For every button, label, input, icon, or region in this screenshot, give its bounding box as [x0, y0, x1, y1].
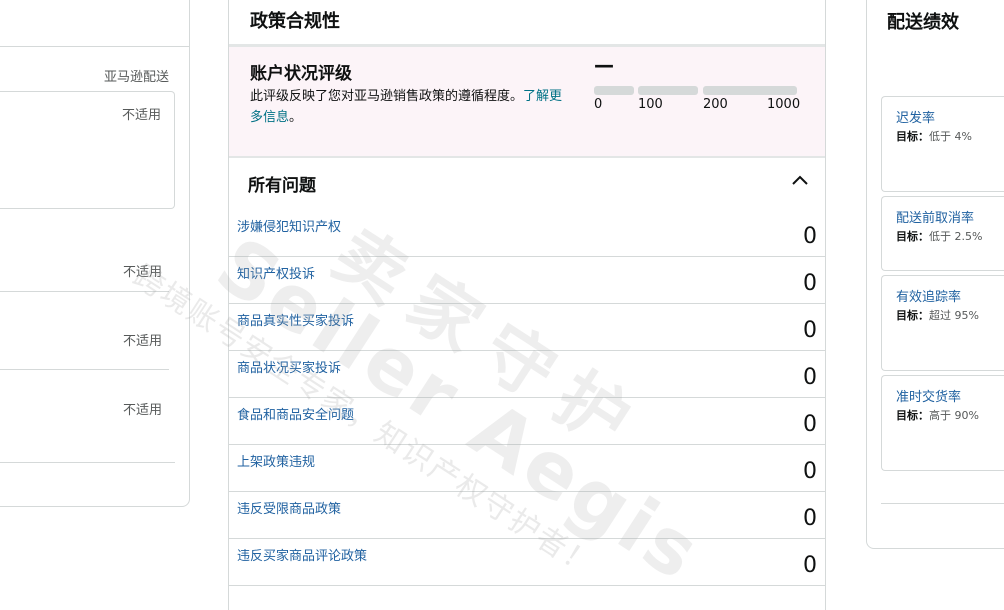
issue-row: 商品状况买家投诉 0 [229, 351, 825, 398]
target-prefix: 目标： [896, 409, 929, 422]
issue-link[interactable]: 商品状况买家投诉 [237, 357, 341, 376]
not-applicable-value: 不适用 [122, 334, 162, 349]
issue-link[interactable]: 涉嫌侵犯知识产权 [237, 216, 341, 235]
shipping-performance-title: 配送绩效 [887, 12, 959, 33]
metric-target: 目标：高于 90% [896, 407, 979, 423]
divider [0, 46, 189, 47]
rating-scale-tick: 200 [703, 97, 728, 112]
not-applicable-value: 不适用 [122, 265, 162, 280]
account-health-description-text: 此评级反映了您对亚马逊销售政策的遵循程度。 [250, 89, 524, 104]
issue-row: 知识产权投诉 0 [229, 257, 825, 304]
target-value: 低于 4% [929, 130, 972, 143]
issue-row: 商品真实性买家投诉 0 [229, 304, 825, 351]
rating-scale-tick: 0 [594, 97, 603, 112]
shipping-metric: 有效追踪率 目标：超过 95% [881, 275, 1004, 371]
divider [0, 369, 169, 370]
issue-row: 违反买家商品评论政策 0 [229, 539, 825, 586]
shipping-performance-card: 配送绩效 迟发率 目标：低于 4% 配送前取消率 目标：低于 2.5% 有效追踪… [866, 0, 1004, 549]
all-issues-title: 所有问题 [248, 176, 316, 196]
issue-row: 上架政策违规 0 [229, 445, 825, 492]
issue-link[interactable]: 商品真实性买家投诉 [237, 310, 354, 329]
issue-count: 0 [803, 224, 817, 249]
issue-count: 0 [803, 553, 817, 578]
divider [881, 503, 1004, 504]
shipping-metric: 准时交货率 目标：高于 90% [881, 375, 1004, 471]
issue-link[interactable]: 食品和商品安全问题 [237, 404, 354, 423]
metric-link[interactable]: 准时交货率 [896, 386, 961, 405]
account-health-description: 此评级反映了您对亚马逊销售政策的遵循程度。了解更多信息。 [250, 86, 570, 128]
shipping-metric: 配送前取消率 目标：低于 2.5% [881, 196, 1004, 271]
left-metrics-card: 亚马逊配送 不适用 不适用 不适用 不适用 [0, 0, 190, 507]
metric-target: 目标：低于 2.5% [896, 228, 982, 244]
chevron-up-icon[interactable] [791, 174, 809, 186]
description-period: 。 [289, 110, 303, 125]
issue-count: 0 [803, 365, 817, 390]
issue-row: 违反受限商品政策 0 [229, 492, 825, 539]
target-value: 高于 90% [929, 409, 979, 422]
rating-scale-tick: 100 [638, 97, 663, 112]
metric-link[interactable]: 有效追踪率 [896, 286, 961, 305]
divider [0, 291, 169, 292]
policy-compliance-card: 政策合规性 账户状况评级 此评级反映了您对亚马逊销售政策的遵循程度。了解更多信息… [228, 0, 826, 610]
issue-row: 食品和商品安全问题 0 [229, 398, 825, 445]
target-prefix: 目标： [896, 130, 929, 143]
rating-bar-segment [703, 86, 797, 95]
issue-count: 0 [803, 318, 817, 343]
rating-bar-segment [594, 86, 634, 95]
account-health-rating-section: 账户状况评级 此评级反映了您对亚马逊销售政策的遵循程度。了解更多信息。 — 0 … [229, 47, 825, 158]
target-value: 超过 95% [929, 309, 979, 322]
rating-bar-segment [638, 86, 698, 95]
not-applicable-value: 不适用 [121, 108, 161, 123]
target-prefix: 目标： [896, 309, 929, 322]
issue-row: 涉嫌侵犯知识产权 0 [229, 210, 825, 257]
account-health-rating-title: 账户状况评级 [250, 64, 352, 84]
issue-count: 0 [803, 506, 817, 531]
metric-target: 目标：超过 95% [896, 307, 979, 323]
issue-count: 0 [803, 412, 817, 437]
metric-link[interactable]: 配送前取消率 [896, 207, 974, 226]
rating-scale-tick: 1000 [767, 97, 801, 112]
metric-target: 目标：低于 4% [896, 128, 972, 144]
issue-count: 0 [803, 271, 817, 296]
not-applicable-value: 不适用 [122, 403, 162, 418]
metric-link[interactable]: 迟发率 [896, 107, 935, 126]
fulfillment-channel-label: 亚马逊配送 [103, 70, 169, 85]
account-health-rating-value: — [594, 53, 614, 77]
issue-link[interactable]: 违反受限商品政策 [237, 498, 341, 517]
target-value: 低于 2.5% [929, 230, 983, 243]
shipping-metric: 迟发率 目标：低于 4% [881, 96, 1004, 192]
policy-compliance-title: 政策合规性 [250, 11, 340, 32]
divider [0, 462, 175, 463]
target-prefix: 目标： [896, 230, 929, 243]
metric-box: 不适用 [0, 91, 175, 209]
issue-link[interactable]: 违反买家商品评论政策 [237, 545, 367, 564]
issue-link[interactable]: 上架政策违规 [237, 451, 315, 470]
issue-count: 0 [803, 459, 817, 484]
issue-link[interactable]: 知识产权投诉 [237, 263, 315, 282]
